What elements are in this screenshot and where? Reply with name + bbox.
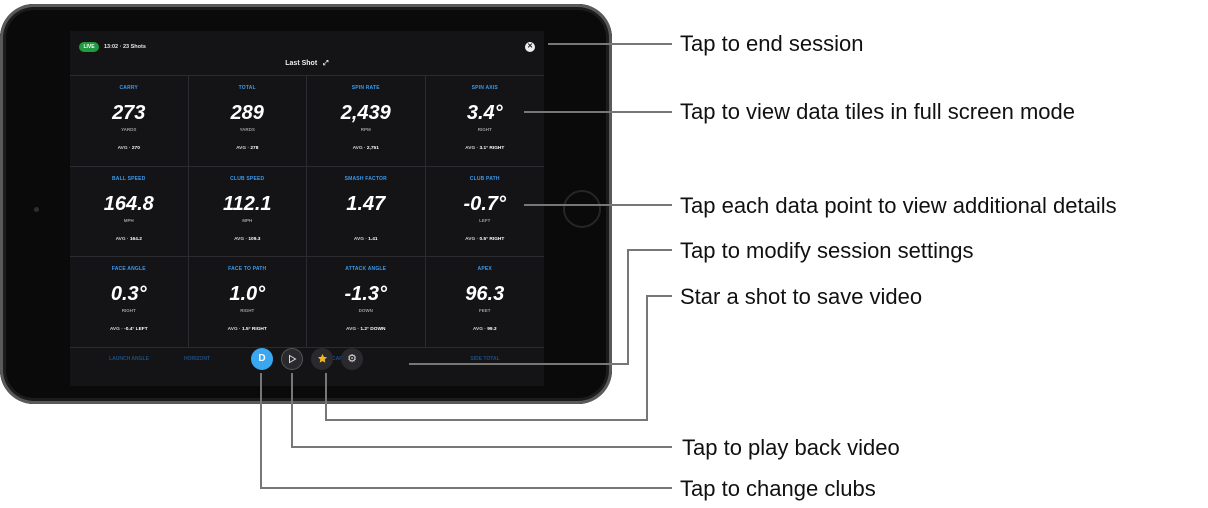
tile-value: 112.1 [222, 192, 272, 215]
tile-average: AVG · 270 [117, 146, 140, 151]
tile-average: AVG · 1.2° DOWN [346, 327, 386, 333]
annotation-star: Star a shot to save video [680, 284, 923, 309]
app-screen: LIVE 13:02 · 23 Shots ✕ Last Shot ⤢ CARR… [70, 31, 544, 386]
tile-label: LAUNCH ANGLE [109, 356, 149, 362]
tile-label: SMASH FACTOR [344, 175, 387, 182]
data-tile[interactable]: BALL SPEED 164.8 MPH AVG · 164.2 [70, 165, 189, 257]
tile-value: -0.7° [463, 192, 506, 215]
data-tile[interactable]: FACE ANGLE 0.3° RIGHT AVG · -0.4° LEFT [70, 256, 189, 347]
tile-unit: RPM [360, 127, 371, 132]
home-button[interactable] [563, 190, 601, 228]
star-icon[interactable] [311, 348, 333, 370]
tile-value: -1.3° [344, 283, 387, 306]
tile-value: 1.47 [346, 192, 386, 215]
tile-label: ATTACK ANGLE [345, 266, 387, 273]
tile-value: 2,439 [340, 102, 391, 124]
tile-average: AVG · 1.5° RIGHT [227, 327, 267, 333]
tile-label: CLUB PATH [469, 175, 500, 182]
close-icon[interactable]: ✕ [525, 42, 535, 52]
tile-average: AVG · 109.3 [234, 236, 261, 242]
tile-average: AVG · 2,751 [352, 146, 379, 151]
tile-unit: RIGHT [121, 308, 136, 314]
annotation-details: Tap each data point to view additional d… [680, 193, 1117, 218]
tile-average: AVG · 278 [236, 146, 259, 151]
tile-value: 289 [230, 102, 264, 124]
tile-value: 96.3 [465, 283, 505, 306]
tile-label: CARRY [119, 85, 139, 91]
tile-label: APEX [477, 266, 492, 273]
data-tile[interactable]: TOTAL 289 YARDS AVG · 278 [188, 75, 307, 166]
data-tile[interactable]: CLUB SPEED 112.1 MPH AVG · 109.3 [188, 165, 307, 257]
tile-unit: YARDS [121, 127, 137, 132]
tile-unit: MPH [242, 217, 253, 223]
annotation-settings: Tap to modify session settings [680, 238, 974, 263]
tile-label: BALL SPEED [111, 175, 146, 182]
tile-value: 164.8 [103, 192, 154, 215]
view-title[interactable]: Last Shot ⤢ [70, 59, 544, 69]
tablet-frame: LIVE 13:02 · 23 Shots ✕ Last Shot ⤢ CARR… [0, 4, 612, 404]
tile-row-partial: LAUNCH ANGLE HORIZONT CARRY SIDE TOTAL [70, 347, 544, 386]
tile-unit: LEFT [479, 217, 491, 223]
tile-average: AVG · 99.3 [472, 327, 497, 333]
data-tile[interactable]: CARRY 273 YARDS AVG · 270 [70, 75, 189, 166]
data-tile[interactable]: SPIN AXIS 3.4° RIGHT AVG · 3.1° RIGHT [425, 75, 544, 166]
gear-icon[interactable]: ⚙ [341, 348, 363, 370]
tile-unit: MPH [123, 217, 134, 223]
tile-unit: DOWN [358, 308, 373, 314]
tile-label: TOTAL [238, 85, 256, 91]
tile-unit: RIGHT [477, 127, 492, 132]
tile-value: 3.4° [466, 102, 503, 124]
tile-average: AVG · 1.41 [353, 236, 378, 242]
tile-value: 0.3° [110, 283, 147, 306]
camera [34, 207, 39, 212]
club-select-button[interactable]: D [251, 348, 273, 370]
view-title-label: Last Shot [285, 60, 318, 67]
tile-average: AVG · 164.2 [115, 236, 142, 242]
tile-average: AVG · 0.5° RIGHT [465, 236, 505, 242]
tile-label: SPIN AXIS [471, 85, 498, 91]
data-tile[interactable]: SMASH FACTOR 1.47 AVG · 1.41 [307, 165, 426, 257]
tile-label: CLUB SPEED [230, 175, 265, 182]
data-tile[interactable]: FACE TO PATH 1.0° RIGHT AVG · 1.5° RIGHT [188, 256, 307, 347]
tile-unit: YARDS [239, 127, 255, 132]
annotation-full-screen: Tap to view data tiles in full screen mo… [680, 99, 1075, 124]
tile-unit: RIGHT [240, 308, 255, 314]
play-icon[interactable] [281, 348, 303, 370]
data-tile[interactable]: APEX 96.3 FEET AVG · 99.3 [425, 256, 544, 347]
expand-icon[interactable]: ⤢ [323, 60, 329, 67]
tile-average: AVG · -0.4° LEFT [109, 327, 148, 333]
annotation-end-session: Tap to end session [680, 31, 864, 56]
data-tile[interactable]: CLUB PATH -0.7° LEFT AVG · 0.5° RIGHT [425, 165, 544, 257]
tile-label: HORIZONT [184, 356, 211, 362]
annotation-playback: Tap to play back video [682, 435, 900, 460]
top-bar: LIVE 13:02 · 23 Shots ✕ Last Shot ⤢ [70, 31, 544, 75]
tile-value: 1.0° [229, 283, 266, 306]
tile-label: SPIN RATE [351, 85, 380, 91]
data-tile[interactable]: SPIN RATE 2,439 RPM AVG · 2,751 [307, 75, 426, 166]
session-info: 13:02 · 23 Shots [104, 44, 146, 50]
tile-average: AVG · 3.1° RIGHT [465, 146, 505, 151]
annotation-clubs: Tap to change clubs [680, 476, 876, 501]
tile-label: FACE ANGLE [111, 266, 146, 273]
tile-label: SIDE TOTAL [470, 356, 500, 362]
tile-label: FACE TO PATH [228, 266, 267, 273]
tile-value: 273 [112, 102, 146, 124]
data-tiles-grid: CARRY 273 YARDS AVG · 270 TOTAL 289 YARDS AVG … [70, 75, 544, 347]
tile-unit: FEET [478, 308, 491, 314]
data-tile[interactable]: ATTACK ANGLE -1.3° DOWN AVG · 1.2° DOWN [307, 256, 426, 347]
live-badge: LIVE [79, 42, 99, 52]
